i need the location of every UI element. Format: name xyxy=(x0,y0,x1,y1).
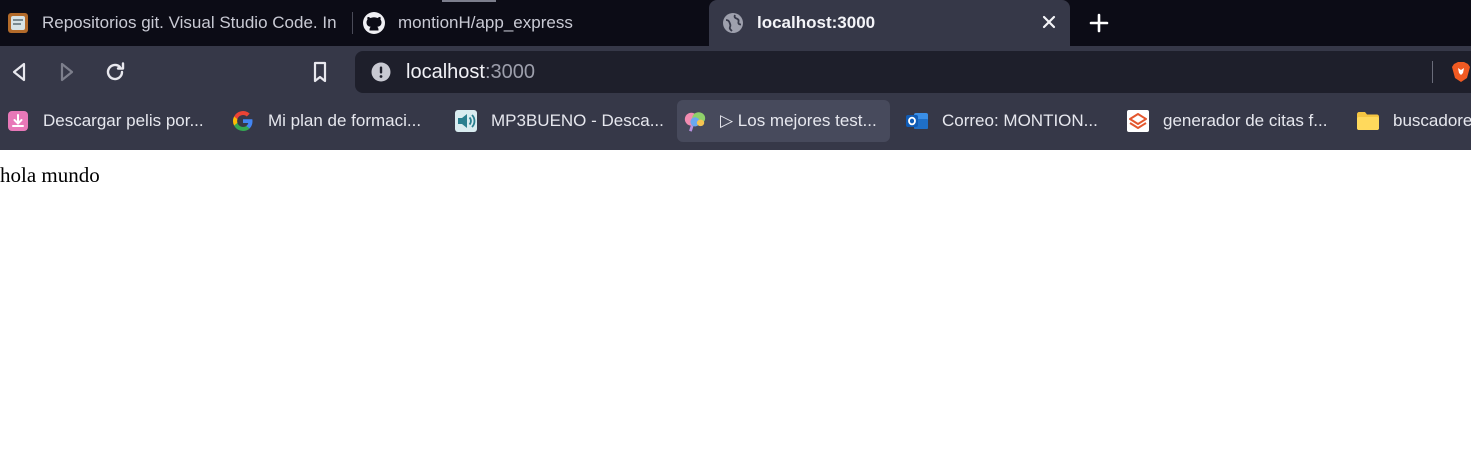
download-icon xyxy=(6,109,30,133)
forward-arrow-icon xyxy=(60,62,74,82)
address-bar[interactable]: localhost:3000 xyxy=(355,51,1471,93)
vscode-course-icon xyxy=(6,11,30,35)
bookmarks-bar: Descargar pelis por... Mi plan de formac… xyxy=(0,98,1471,150)
google-icon xyxy=(231,109,255,133)
bookmark-mp3bueno[interactable]: MP3BUENO - Desca... xyxy=(448,100,664,142)
bookmark-label: Correo: MONTION... xyxy=(942,111,1098,130)
bookmark-icon xyxy=(313,61,327,83)
bookmark-label: Mi plan de formaci... xyxy=(268,111,422,130)
reload-button[interactable] xyxy=(102,59,128,85)
new-tab-button[interactable] xyxy=(1085,9,1113,37)
tab-repositorios-git[interactable]: Repositorios git. Visual Studio Code. In xyxy=(0,0,352,46)
tab-localhost-active[interactable]: localhost:3000 xyxy=(709,0,1070,46)
bookmark-descargar-pelis[interactable]: Descargar pelis por... xyxy=(0,100,204,142)
tab-strip: Repositorios git. Visual Studio Code. In… xyxy=(0,0,1471,46)
tab-title: localhost:3000 xyxy=(757,13,876,32)
globe-icon xyxy=(721,11,745,35)
back-arrow-icon xyxy=(12,62,26,82)
page-body-text: hola mundo xyxy=(0,163,100,187)
url-host: localhost xyxy=(406,61,485,83)
outlook-icon xyxy=(905,109,929,133)
close-tab-icon[interactable] xyxy=(1038,11,1060,33)
tab-divider xyxy=(352,12,353,34)
site-info-icon[interactable] xyxy=(371,62,391,82)
forward-button[interactable] xyxy=(54,59,80,85)
github-icon xyxy=(362,11,386,35)
back-button[interactable] xyxy=(6,59,32,85)
bookmark-label: MP3BUENO - Desca... xyxy=(491,111,664,130)
bookmark-los-mejores-test[interactable]: ▷ Los mejores test... xyxy=(677,100,890,142)
bookmark-page-button[interactable] xyxy=(307,59,333,85)
browser-toolbar: localhost:3000 xyxy=(0,46,1471,98)
tab-github-app-express[interactable]: montionH/app_express xyxy=(354,0,709,46)
bookmark-label: buscadores xyxy=(1393,111,1471,130)
bookmark-generador-citas[interactable]: generador de citas f... xyxy=(1120,100,1327,142)
folder-icon xyxy=(1356,109,1380,133)
bookmark-mi-plan[interactable]: Mi plan de formaci... xyxy=(225,100,421,142)
reload-icon xyxy=(106,62,125,81)
bookmark-folder-buscadores[interactable]: buscadores xyxy=(1350,100,1471,142)
url-text[interactable]: localhost:3000 xyxy=(406,61,535,84)
scribbr-icon xyxy=(1126,109,1150,133)
urlbar-divider xyxy=(1432,61,1433,83)
brain-icon xyxy=(683,109,707,133)
speaker-icon xyxy=(454,109,478,133)
bookmark-label: ▷ Los mejores test... xyxy=(720,111,877,130)
bookmark-label: generador de citas f... xyxy=(1163,111,1328,130)
tab-title: Repositorios git. Visual Studio Code. In xyxy=(42,13,337,32)
url-port: :3000 xyxy=(484,61,535,83)
plus-icon xyxy=(1089,13,1109,33)
tab-title: montionH/app_express xyxy=(398,13,573,32)
bookmark-correo-montion[interactable]: Correo: MONTION... xyxy=(899,100,1098,142)
page-content: hola mundo xyxy=(0,150,1471,462)
bookmark-label: Descargar pelis por... xyxy=(43,111,204,130)
brave-shields-icon[interactable] xyxy=(1449,60,1471,84)
